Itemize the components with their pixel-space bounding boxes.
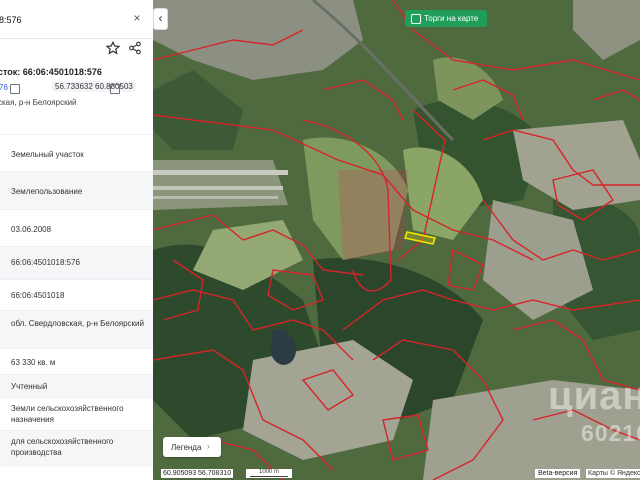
beta-badge[interactable]: Beta-версия [535,469,581,478]
attribute-value: 03.06.2008 [11,225,52,234]
legend-button[interactable]: Легенда › [163,437,221,457]
attribute-value: для сельскохозяйственного производства [11,437,114,457]
attribute-row: для сельскохозяйственного производства [0,430,153,467]
parcel-attributes: Земельный участок Землепользование 03.06… [0,134,153,467]
attribute-row: 66:06:4501018 [0,279,153,310]
watermark-number: 60210158 [581,420,640,446]
copy-icon[interactable] [110,84,120,94]
scale-label: 1000 m [259,469,280,475]
attribute-row: обл. Свердловская, р-н Белоярский [0,310,153,348]
watermark-logo: циан [548,374,640,418]
chevron-right-icon: › [207,442,210,451]
auctions-on-map-toggle[interactable]: Торги на карте [405,10,487,27]
checkbox-icon[interactable] [411,14,421,24]
parcel-address: ская, р-н Белоярский [0,98,77,107]
share-icon[interactable] [128,41,142,55]
parcel-info-panel: 8:576 × сток: 66:06:4501018:576 76 56.73… [0,0,153,480]
attribute-row: 63 330 кв. м [0,348,153,374]
attribute-value: 66:06:4501018 [11,291,65,300]
attribute-value: 63 330 кв. м [11,358,56,367]
coordinates-chip[interactable]: 56.733632 60.880503 [52,81,136,92]
cadastral-chip[interactable]: 76 [0,83,8,92]
attribute-value: Учтенный [11,382,48,391]
attribute-row: Учтенный [0,374,153,397]
attribute-value: 66:06:4501018:576 [11,258,80,267]
scale-line [250,476,288,477]
search-bar[interactable]: 8:576 × [0,0,153,39]
map-view[interactable]: циан 60210158 [153,0,640,480]
attribute-row: 66:06:4501018:576 [0,246,153,279]
attribute-row: Землепользование [0,171,153,209]
collapse-panel-button[interactable]: ‹ [153,8,168,30]
search-text: 8:576 [0,15,22,25]
attribute-value: обл. Свердловская, р-н Белоярский [11,319,144,328]
parcel-title: сток: 66:06:4501018:576 [0,67,102,77]
attribute-value: Земли сельскохозяйственного назначения [11,404,124,424]
attribute-row: Земли сельскохозяйственного назначения [0,397,153,430]
attribute-value: Землепользование [11,187,83,196]
scale-bar: 1000 m [246,469,292,478]
close-icon[interactable]: × [130,11,144,25]
auctions-toggle-label: Торги на карте [424,14,479,23]
star-icon[interactable] [106,41,120,55]
copy-icon[interactable] [10,84,20,94]
map-attribution[interactable]: Карты © Яндекс [586,469,640,478]
attribute-row: Земельный участок [0,134,153,171]
legend-label: Легенда [171,443,202,452]
cursor-coordinates: 60.905093 56.708310 [161,469,234,478]
attribute-value: Земельный участок [11,150,84,159]
attribute-row: 03.06.2008 [0,209,153,246]
